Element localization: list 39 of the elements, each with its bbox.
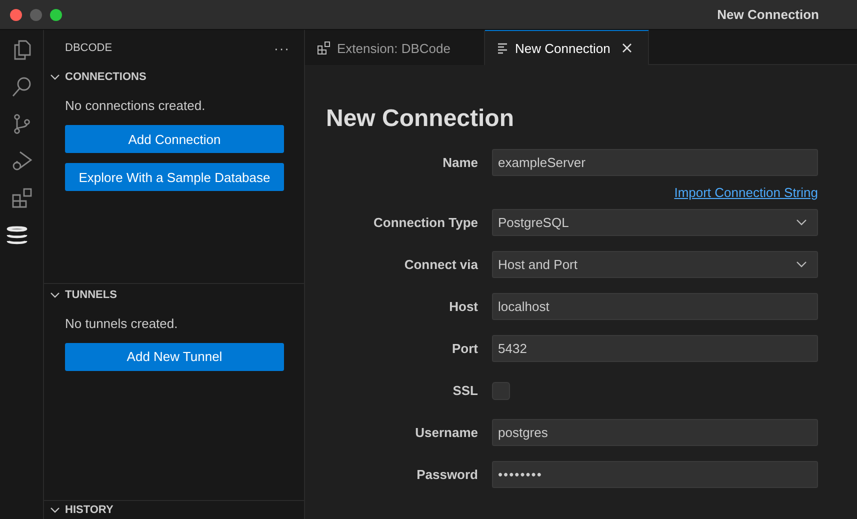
empty-message: No connections created.	[65, 98, 206, 113]
sidebar-title: DBCODE	[65, 42, 112, 54]
chevron-down-icon	[796, 219, 807, 226]
text-field[interactable]: 5432	[492, 335, 818, 362]
action-button[interactable]: Explore With a Sample Database	[65, 163, 284, 191]
close-window-button[interactable]	[10, 8, 22, 20]
text-field[interactable]: localhost	[492, 293, 818, 320]
dropdown[interactable]: PostgreSQL	[492, 209, 818, 236]
field-label: SSL	[452, 383, 478, 398]
editor-tab[interactable]: New Connection	[485, 30, 649, 65]
import-link[interactable]: Import Connection String	[674, 185, 818, 200]
search-icon[interactable]	[10, 75, 34, 99]
text-field[interactable]: exampleServer	[492, 149, 818, 176]
text-field[interactable]: postgres	[492, 419, 818, 446]
password-field[interactable]: ••••••••	[492, 461, 818, 488]
action-button[interactable]: Add New Tunnel	[65, 342, 284, 370]
section-header[interactable]: HISTORY	[44, 501, 304, 519]
section-header[interactable]: TUNNELS	[44, 284, 304, 306]
checkbox[interactable]	[492, 382, 510, 400]
field-label: Connect via	[403, 257, 478, 272]
extensions-icon[interactable]	[10, 186, 34, 210]
action-button[interactable]: Add Connection	[65, 125, 284, 153]
chevron-down-icon	[796, 261, 807, 268]
empty-message: No tunnels created.	[65, 316, 179, 330]
field-label: Host	[448, 299, 478, 314]
close-icon[interactable]	[622, 43, 632, 53]
field-label: Password	[416, 467, 478, 482]
field-label: Username	[414, 425, 478, 440]
field-label: Port	[451, 341, 478, 356]
lines-icon	[497, 42, 509, 54]
zoom-window-button[interactable]	[50, 8, 62, 20]
extensions-icon	[317, 41, 331, 55]
form-heading: New Connection	[326, 105, 516, 133]
section-header[interactable]: CONNECTIONS	[44, 66, 304, 88]
window-title: New Connection	[717, 7, 819, 22]
dropdown[interactable]: Host and Port	[492, 251, 818, 278]
field-label: Connection Type	[372, 215, 478, 230]
more-actions-button[interactable]: ···	[274, 40, 290, 56]
field-label: Name	[442, 155, 478, 170]
